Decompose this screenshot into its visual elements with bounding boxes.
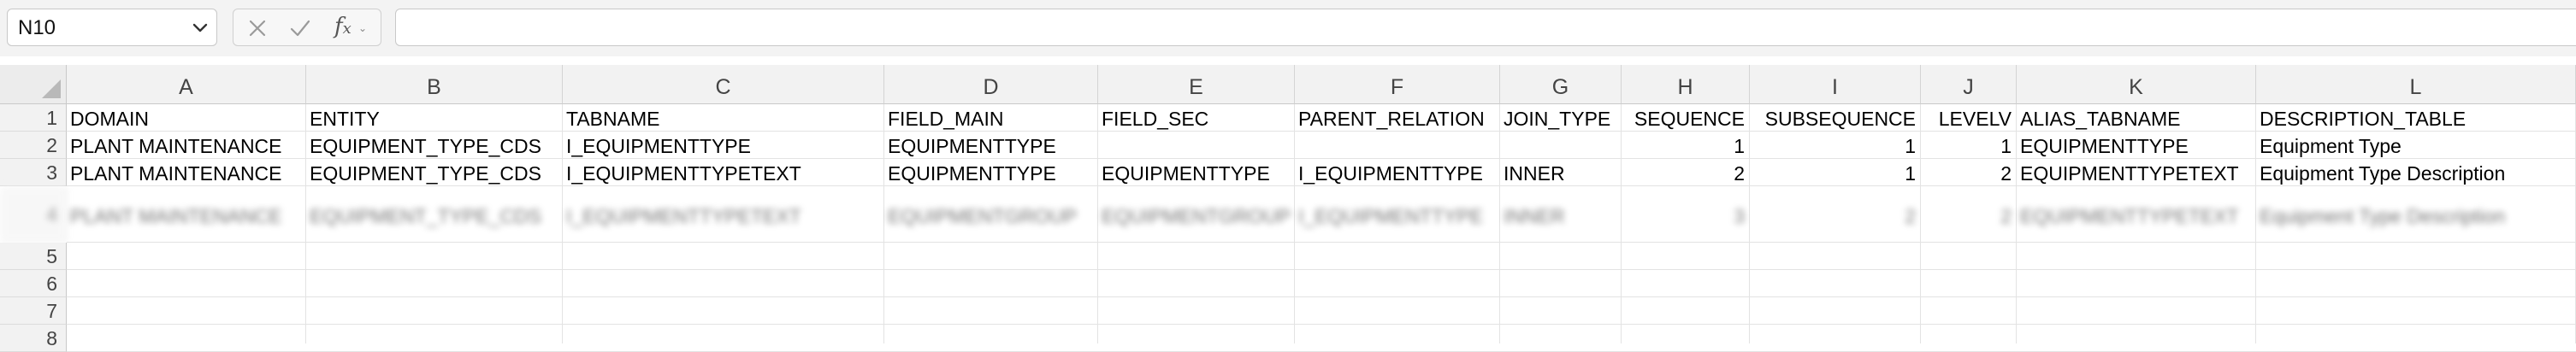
cell-g1[interactable]: JOIN_TYPE <box>1500 106 1622 132</box>
cell-l3[interactable]: Equipment Type Description <box>2256 161 2576 186</box>
column-header-h[interactable]: H <box>1622 65 1750 104</box>
column-header-c[interactable]: C <box>563 65 884 104</box>
column-header-a[interactable]: A <box>67 65 306 104</box>
cell-l4[interactable]: Equipment Type Description <box>2256 203 2576 229</box>
name-box[interactable]: N10 <box>7 9 217 46</box>
cell-i4[interactable]: 2 <box>1750 203 1921 229</box>
cell-c1[interactable]: TABNAME <box>563 106 884 132</box>
row-header-8[interactable]: 8 <box>0 325 67 352</box>
chevron-down-icon[interactable] <box>189 16 211 38</box>
name-box-value[interactable]: N10 <box>18 18 56 38</box>
formula-input[interactable] <box>395 9 2576 46</box>
cell-e4[interactable]: EQUIPMENTGROUP <box>1098 203 1295 229</box>
cell-j2[interactable]: 1 <box>1921 133 2017 159</box>
cell-b3[interactable]: EQUIPMENT_TYPE_CDS <box>306 161 563 186</box>
cell-h3[interactable]: 2 <box>1622 161 1750 186</box>
cell-b2[interactable]: EQUIPMENT_TYPE_CDS <box>306 133 563 159</box>
cell-k1[interactable]: ALIAS_TABNAME <box>2017 106 2256 132</box>
cell-i3[interactable]: 1 <box>1750 161 1921 186</box>
cell-g2[interactable] <box>1500 133 1622 159</box>
row-gridline <box>67 296 2576 297</box>
row-gridline <box>67 324 2576 325</box>
formula-bar: N10 fx ⌄ <box>0 0 2576 56</box>
cell-g4[interactable]: INNER <box>1500 203 1622 229</box>
cell-h4[interactable]: 3 <box>1622 203 1750 229</box>
cell-i1[interactable]: SUBSEQUENCE <box>1750 106 1921 132</box>
row-gridline <box>67 269 2576 270</box>
cell-c2[interactable]: I_EQUIPMENTTYPE <box>563 133 884 159</box>
column-header-g[interactable]: G <box>1500 65 1622 104</box>
cell-f2[interactable] <box>1295 133 1500 159</box>
cell-f1[interactable]: PARENT_RELATION <box>1295 106 1500 132</box>
column-header-l[interactable]: L <box>2256 65 2576 104</box>
cell-g3[interactable]: INNER <box>1500 161 1622 186</box>
cell-f3[interactable]: I_EQUIPMENTTYPE <box>1295 161 1500 186</box>
cell-c4[interactable]: I_EQUIPMENTTYPETEXT <box>563 203 884 229</box>
cell-d1[interactable]: FIELD_MAIN <box>884 106 1098 132</box>
cell-j4[interactable]: 2 <box>1921 203 2017 229</box>
cell-a3[interactable]: PLANT MAINTENANCE <box>67 161 306 186</box>
row-gridline <box>67 242 2576 243</box>
cell-c3[interactable]: I_EQUIPMENTTYPETEXT <box>563 161 884 186</box>
column-header-k[interactable]: K <box>2017 65 2256 104</box>
cell-a1[interactable]: DOMAIN <box>67 106 306 132</box>
cell-b1[interactable]: ENTITY <box>306 106 563 132</box>
column-header-f[interactable]: F <box>1295 65 1500 104</box>
formula-controls: fx ⌄ <box>233 9 381 46</box>
select-all-icon[interactable] <box>42 79 61 98</box>
select-all-corner[interactable] <box>0 65 67 104</box>
cell-e3[interactable]: EQUIPMENTTYPE <box>1098 161 1295 186</box>
cell-h1[interactable]: SEQUENCE <box>1622 106 1750 132</box>
cell-j3[interactable]: 2 <box>1921 161 2017 186</box>
row-header-3[interactable]: 3 <box>0 159 67 186</box>
cell-b4[interactable]: EQUIPMENT_TYPE_CDS <box>306 203 563 229</box>
cell-f4[interactable]: I_EQUIPMENTTYPE <box>1295 203 1500 229</box>
row-header-2[interactable]: 2 <box>0 132 67 159</box>
row-header-5[interactable]: 5 <box>0 243 67 270</box>
cell-l1[interactable]: DESCRIPTION_TABLE <box>2256 106 2576 132</box>
fx-icon[interactable]: fx ⌄ <box>334 13 369 40</box>
cell-a2[interactable]: PLANT MAINTENANCE <box>67 133 306 159</box>
cell-k3[interactable]: EQUIPMENTTYPETEXT <box>2017 161 2256 186</box>
row-header-6[interactable]: 6 <box>0 270 67 297</box>
cell-k2[interactable]: EQUIPMENTTYPE <box>2017 133 2256 159</box>
cell-i2[interactable]: 1 <box>1750 133 1921 159</box>
cell-e2[interactable] <box>1098 133 1295 159</box>
cell-d3[interactable]: EQUIPMENTTYPE <box>884 161 1098 186</box>
column-header-e[interactable]: E <box>1098 65 1295 104</box>
cell-d2[interactable]: EQUIPMENTTYPE <box>884 133 1098 159</box>
column-header-j[interactable]: J <box>1921 65 2017 104</box>
cell-l2[interactable]: Equipment Type <box>2256 133 2576 159</box>
cell-h2[interactable]: 1 <box>1622 133 1750 159</box>
column-header-i[interactable]: I <box>1750 65 1921 104</box>
column-header-d[interactable]: D <box>884 65 1098 104</box>
cell-a4[interactable]: PLANT MAINTENANCE <box>67 203 306 229</box>
column-header-b[interactable]: B <box>306 65 563 104</box>
cell-d4[interactable]: EQUIPMENTGROUP <box>884 203 1098 229</box>
row-header-1[interactable]: 1 <box>0 104 67 132</box>
cell-j1[interactable]: LEVELV <box>1921 106 2017 132</box>
row-header-7[interactable]: 7 <box>0 297 67 325</box>
cell-k4[interactable]: EQUIPMENTTYPETEXT <box>2017 203 2256 229</box>
cell-e1[interactable]: FIELD_SEC <box>1098 106 1295 132</box>
check-icon[interactable] <box>288 16 312 40</box>
row-header-4[interactable]: 4 <box>0 186 67 243</box>
close-icon[interactable] <box>245 16 269 40</box>
